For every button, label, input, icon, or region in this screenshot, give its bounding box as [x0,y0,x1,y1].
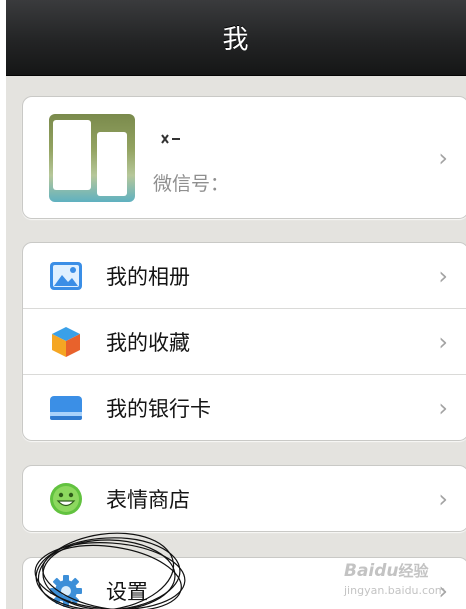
profile-card[interactable]: 微信号： › [22,96,466,219]
sticker-store-icon [50,482,82,515]
menu-item-favorites[interactable]: 我的收藏 › [23,308,466,374]
chevron-right-icon: › [438,484,448,513]
menu-item-album[interactable]: 我的相册 › [23,243,466,308]
bank-card-icon [50,395,82,420]
chevron-right-icon: › [438,327,448,356]
watermark-logo: Baidu [344,561,399,581]
menu-item-sticker-store[interactable]: 表情商店 › [23,466,466,531]
menu-item-label: 我的银行卡 [106,396,211,421]
wechat-me-screen: 我 微信号： › 我的相册 › 我的收藏 › 我的银行卡 › 表情商店 › 设置… [6,0,466,609]
menu-item-label: 表情商店 [106,487,190,512]
chevron-right-icon: › [438,143,448,172]
annotation-circle-scribble [34,532,186,609]
title-bar: 我 [6,0,466,76]
menu-item-bank-card[interactable]: 我的银行卡 › [23,374,466,440]
chevron-right-icon: › [438,393,448,422]
baidu-watermark: Baidu经验 jingyan.baidu.com [344,562,464,606]
menu-group-personal: 我的相册 › 我的收藏 › 我的银行卡 › [22,242,466,441]
wechat-id-label: 微信号： [153,173,230,195]
album-icon [50,261,82,290]
avatar[interactable] [49,114,135,202]
page-title: 我 [222,25,250,55]
menu-item-label: 我的收藏 [106,330,190,355]
avatar-redaction [53,120,91,190]
menu-group-stickers: 表情商店 › [22,465,466,532]
watermark-text: 经验 [398,562,429,580]
favorites-icon [52,326,80,357]
menu-item-label: 我的相册 [106,264,190,289]
avatar-redaction [97,132,127,196]
nickname-redacted [161,134,180,144]
chevron-right-icon: › [438,261,448,290]
watermark-url: jingyan.baidu.com [344,584,446,597]
